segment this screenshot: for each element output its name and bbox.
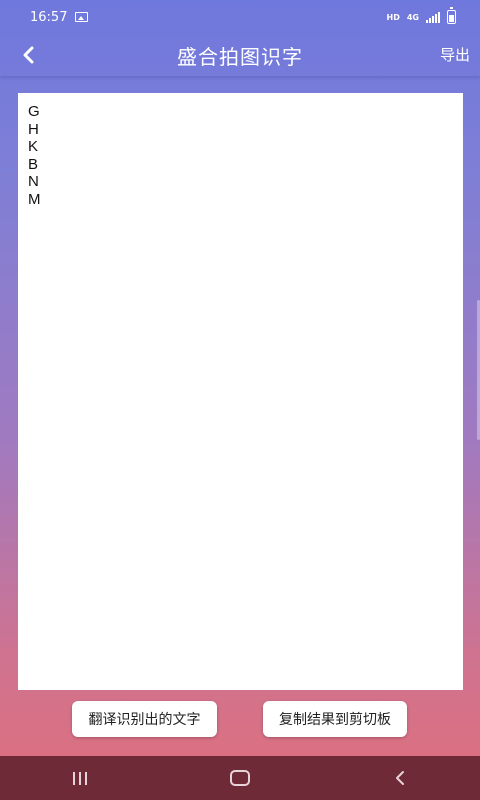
hd-indicator: HD [386, 12, 400, 22]
status-bar: 16:57 HD 4G [0, 0, 480, 34]
system-nav-bar [0, 756, 480, 800]
nav-back-button[interactable] [370, 756, 430, 800]
app-bar: 盛合拍图识字 导出 [0, 34, 480, 76]
nav-recent-button[interactable] [50, 756, 110, 800]
back-button[interactable] [14, 40, 44, 70]
signal-icon [426, 11, 440, 23]
battery-icon [447, 7, 456, 24]
export-button[interactable]: 导出 [440, 44, 470, 65]
status-time: 16:57 [30, 9, 68, 25]
network-type: 4G [406, 12, 419, 22]
page-title: 盛合拍图识字 [177, 44, 303, 69]
image-icon [75, 12, 89, 22]
status-left: 16:57 [30, 9, 89, 25]
result-text-area[interactable]: G H K B N M [18, 93, 463, 690]
home-icon [230, 770, 250, 786]
copy-to-clipboard-button[interactable]: 复制结果到剪切板 [263, 701, 407, 737]
status-right: HD 4G [386, 7, 456, 24]
back-icon [396, 771, 404, 785]
translate-button[interactable]: 翻译识别出的文字 [72, 701, 217, 737]
recent-apps-icon [73, 771, 87, 785]
nav-home-button[interactable] [210, 756, 270, 800]
recognized-text[interactable]: G H K B N M [28, 103, 453, 208]
back-arrow-icon [23, 46, 34, 64]
